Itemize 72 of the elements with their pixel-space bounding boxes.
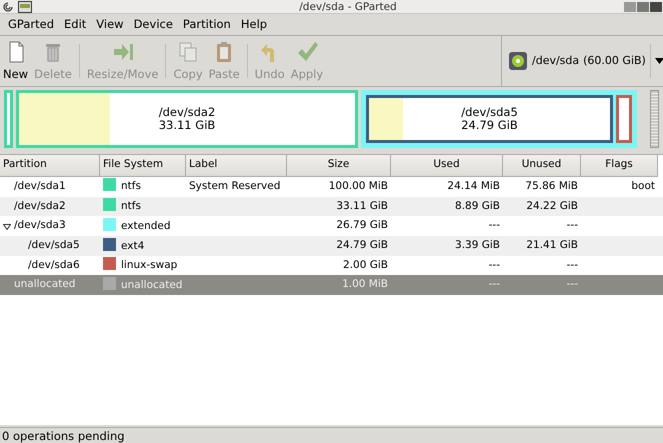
partition-block[interactable]: /dev/sda5 24.79 GiB [366, 95, 613, 143]
table-cell: 1.00 MiB [342, 278, 388, 290]
table-cell: boot [631, 180, 655, 192]
table-cell: --- [566, 258, 578, 271]
table-cell: ext4 [121, 240, 144, 252]
table-cell: extended [121, 220, 171, 232]
table-cell: 24.79 GiB [336, 239, 388, 252]
device-selector[interactable]: /dev/sda (60.00 GiB) [508, 51, 646, 71]
extended-partition-block[interactable]: /dev/sda5 24.79 GiB [361, 90, 637, 148]
table-cell: /dev/sda1 [14, 180, 66, 192]
menu-item[interactable]: Device [128, 16, 178, 34]
column-header[interactable]: File System [100, 155, 186, 177]
table-cell: 26.79 GiB [336, 219, 388, 232]
menu-item[interactable]: Help [236, 16, 272, 34]
table-cell: 100.00 MiB [328, 180, 388, 192]
partition-name: /dev/sda5 [461, 106, 518, 119]
table-cell: unallocated [14, 278, 76, 290]
menu-item[interactable]: Edit [59, 16, 92, 34]
partition-row[interactable]: /dev/sda1 ntfs System Reserved 100.00 MiB 24.14 MiB 75.86 MiB boot [0, 177, 663, 197]
table-cell: --- [488, 258, 500, 271]
partition-row[interactable]: /dev/sda2 ntfs 33.11 GiB 8.89 GiB 24.22 GiB [0, 196, 663, 216]
table-cell: ntfs [121, 200, 141, 212]
window-title: /dev/sda - GParted [298, 0, 398, 14]
status-text: 0 operations pending [0, 427, 663, 443]
table-cell: 3.39 GiB [455, 239, 500, 252]
system-menu-icon[interactable] [2, 0, 14, 12]
device-size: (60.00 GiB) [583, 52, 646, 69]
menu-item[interactable]: Partition [178, 16, 236, 34]
app-icon [18, 0, 32, 12]
column-header[interactable]: Used [391, 155, 503, 177]
column-header[interactable]: Flags [581, 155, 658, 177]
table-cell: 2.00 GiB [343, 258, 388, 271]
menu-item[interactable]: GParted [3, 16, 59, 34]
table-cell: 21.41 GiB [526, 239, 578, 252]
table-cell: unallocated [121, 278, 182, 291]
table-cell: 24.14 MiB [447, 180, 500, 192]
column-header[interactable]: Label [186, 155, 287, 177]
partition-row[interactable]: /dev/sda6 linux-swap 2.00 GiB --- --- [0, 256, 663, 276]
minimize-button[interactable] [624, 2, 636, 12]
table-cell: --- [566, 219, 578, 232]
table-cell: ntfs [121, 180, 141, 192]
partition-block[interactable]: /dev/sda2 33.11 GiB [16, 90, 358, 148]
partition-block[interactable] [616, 95, 632, 143]
partition-name: /dev/sda2 [158, 106, 216, 119]
new-button[interactable]: New [0, 36, 32, 86]
table-cell: /dev/sda2 [14, 200, 66, 212]
partition-size: 33.11 GiB [158, 119, 216, 132]
column-header[interactable]: Partition [0, 155, 100, 177]
device-name: /dev/sda [532, 52, 580, 69]
table-cell: /dev/sda3 [14, 219, 66, 232]
partition-size: 24.79 GiB [461, 119, 518, 132]
table-cell: --- [488, 278, 500, 290]
collapse-arrow-icon[interactable] [3, 224, 11, 230]
partition-row[interactable]: /dev/sda3 extended 26.79 GiB --- --- [0, 216, 663, 236]
table-cell: --- [488, 219, 500, 232]
table-cell: 75.86 MiB [525, 180, 578, 192]
column-header[interactable]: Unused [503, 155, 581, 177]
table-cell: System Reserved [189, 180, 280, 192]
table-cell: linux-swap [121, 259, 178, 272]
table-cell: 33.11 GiB [336, 200, 388, 212]
column-header[interactable]: Size [287, 155, 391, 177]
table-cell: /dev/sda5 [28, 239, 80, 252]
table-cell: 8.89 GiB [455, 200, 500, 212]
table-cell: --- [566, 278, 578, 290]
menu-item[interactable]: View [91, 16, 129, 34]
partition-row[interactable]: /dev/sda5 ext4 24.79 GiB 3.39 GiB 21.41 GiB [0, 236, 663, 256]
unallocated-block[interactable] [650, 90, 659, 148]
close-button[interactable] [650, 2, 662, 12]
table-cell: 24.22 GiB [526, 200, 578, 212]
table-cell: /dev/sda6 [28, 258, 80, 271]
dropdown-arrow-icon[interactable] [650, 44, 663, 78]
maximize-button[interactable] [637, 2, 649, 12]
